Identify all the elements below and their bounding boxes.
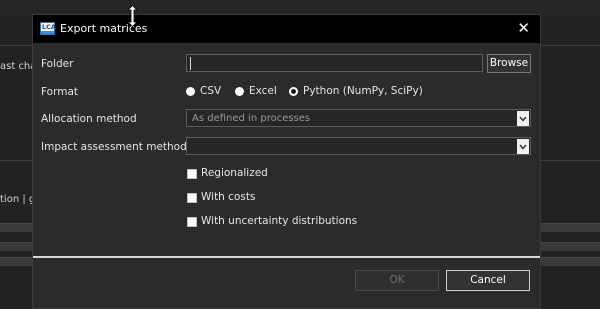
lca-app-icon: LCA xyxy=(40,22,56,35)
browse-button[interactable]: Browse xyxy=(487,54,531,73)
chevron-down-icon[interactable] xyxy=(517,111,529,126)
regionalized-label[interactable]: Regionalized xyxy=(201,167,268,179)
background-text-row2: tion | g xyxy=(0,194,36,205)
regionalized-checkbox[interactable] xyxy=(187,169,197,179)
export-matrices-dialog: LCA Export matrices ✕ Folder Browse Form… xyxy=(32,14,541,309)
folder-label: Folder xyxy=(41,58,74,70)
dialog-titlebar[interactable]: LCA Export matrices ✕ xyxy=(33,15,540,43)
with-costs-checkbox[interactable] xyxy=(187,193,197,203)
button-bar-separator xyxy=(33,256,540,258)
radio-python-label[interactable]: Python (NumPy, SciPy) xyxy=(303,85,423,97)
radio-csv[interactable] xyxy=(186,87,195,96)
radio-excel[interactable] xyxy=(235,87,244,96)
resize-vertical-cursor-icon xyxy=(127,5,138,27)
chevron-down-icon[interactable] xyxy=(517,139,529,154)
text-caret xyxy=(190,57,191,70)
with-costs-label[interactable]: With costs xyxy=(201,191,255,203)
close-icon[interactable]: ✕ xyxy=(517,19,530,37)
ok-button[interactable]: OK xyxy=(355,270,439,291)
impact-method-select[interactable] xyxy=(186,137,531,155)
radio-excel-label[interactable]: Excel xyxy=(249,85,277,97)
background-text-row1: ast cha xyxy=(0,61,37,72)
folder-input[interactable] xyxy=(186,54,483,72)
format-label: Format xyxy=(41,86,79,98)
impact-method-label: Impact assessment method xyxy=(41,141,187,153)
with-uncertainty-label[interactable]: With uncertainty distributions xyxy=(201,215,357,227)
with-uncertainty-checkbox[interactable] xyxy=(187,217,197,227)
allocation-method-label: Allocation method xyxy=(41,113,137,125)
allocation-method-value: As defined in processes xyxy=(192,113,311,124)
radio-csv-label[interactable]: CSV xyxy=(200,85,221,97)
cancel-button[interactable]: Cancel xyxy=(446,270,530,291)
radio-python[interactable] xyxy=(289,87,298,96)
app-icon-text: LCA xyxy=(42,23,56,31)
allocation-method-select[interactable]: As defined in processes xyxy=(186,109,531,127)
